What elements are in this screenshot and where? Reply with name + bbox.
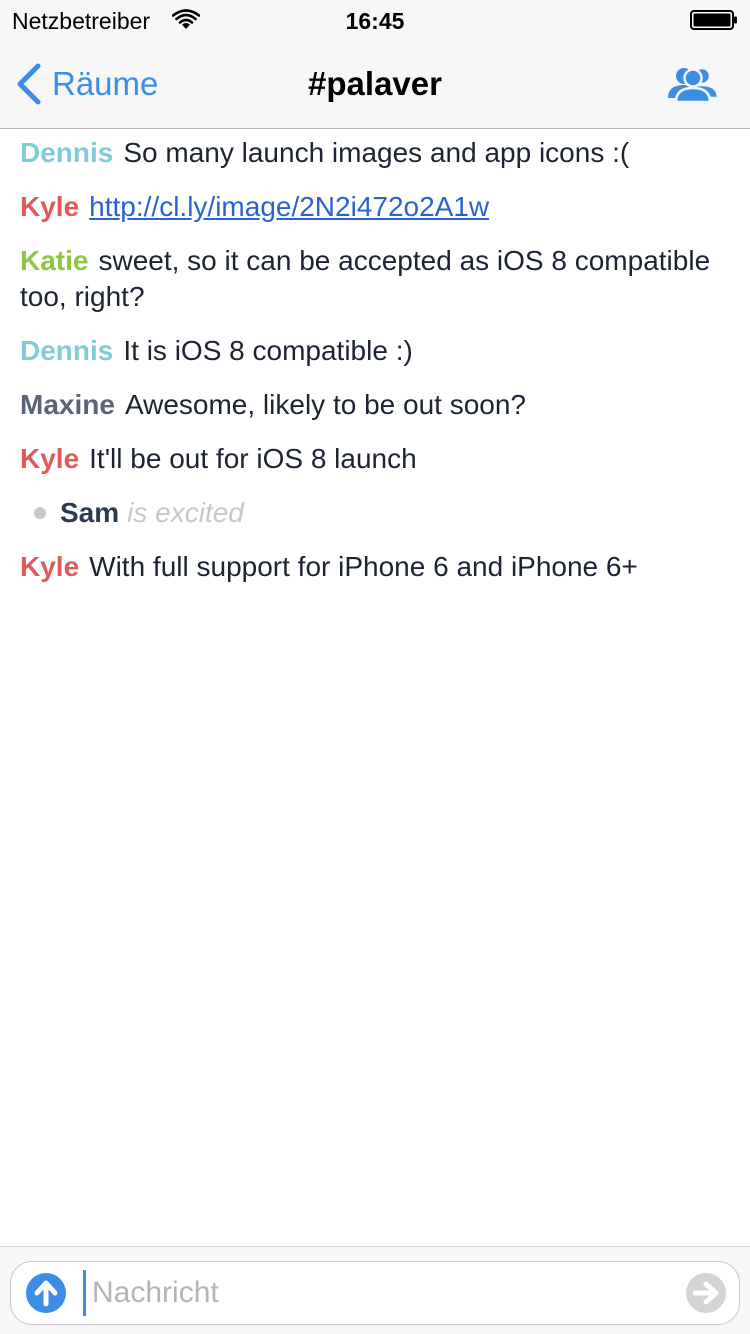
message-text: With full support for iPhone 6 and iPhon… (89, 551, 638, 582)
members-icon[interactable] (666, 64, 720, 104)
action-nick[interactable]: Sam (60, 495, 119, 531)
message-row: Dennis It is iOS 8 compatible :) (20, 327, 730, 381)
action-text: is excited (127, 497, 244, 528)
navigation-bar: Räume #palaver (0, 40, 750, 129)
message-row: Kyle With full support for iPhone 6 and i… (20, 543, 730, 597)
message-text: It'll be out for iOS 8 launch (89, 443, 417, 474)
message-text: It is iOS 8 compatible :) (123, 335, 413, 366)
upload-arrow-icon[interactable] (25, 1272, 67, 1314)
action-message-row: Sam is excited (20, 489, 730, 543)
message-nick[interactable]: Kyle (20, 191, 79, 222)
message-row: Kyle It'll be out for iOS 8 launch (20, 435, 730, 489)
message-nick[interactable]: Maxine (20, 389, 115, 420)
composer-bar (0, 1246, 750, 1334)
message-text: Awesome, likely to be out soon? (124, 389, 526, 420)
message-nick[interactable]: Kyle (20, 551, 79, 582)
status-time: 16:45 (345, 8, 405, 34)
message-input[interactable] (83, 1270, 663, 1316)
composer-box (10, 1261, 740, 1325)
message-row: Dennis So many launch images and app icon… (20, 129, 730, 183)
action-bullet-icon (34, 507, 46, 519)
message-text: So many launch images and app icons :( (123, 137, 630, 168)
battery-icon (690, 10, 737, 30)
page-title: #palaver (308, 65, 442, 102)
message-row: Kyle http://cl.ly/image/2N2i472o2A1w (20, 183, 730, 237)
message-nick[interactable]: Dennis (20, 335, 113, 366)
message-link[interactable]: http://cl.ly/image/2N2i472o2A1w (89, 191, 489, 222)
message-text: sweet, so it can be accepted as iOS 8 co… (20, 245, 711, 312)
status-bar: Netzbetreiber 16:45 (0, 0, 750, 40)
message-list[interactable]: Dennis So many launch images and app icon… (0, 129, 750, 1246)
send-arrow-icon[interactable] (685, 1272, 727, 1314)
message-nick[interactable]: Dennis (20, 137, 113, 168)
message-nick[interactable]: Katie (20, 245, 88, 276)
message-row: Katie sweet, so it can be accepted as iOS… (20, 237, 730, 327)
message-row: Maxine Awesome, likely to be out soon? (20, 381, 730, 435)
message-nick[interactable]: Kyle (20, 443, 79, 474)
